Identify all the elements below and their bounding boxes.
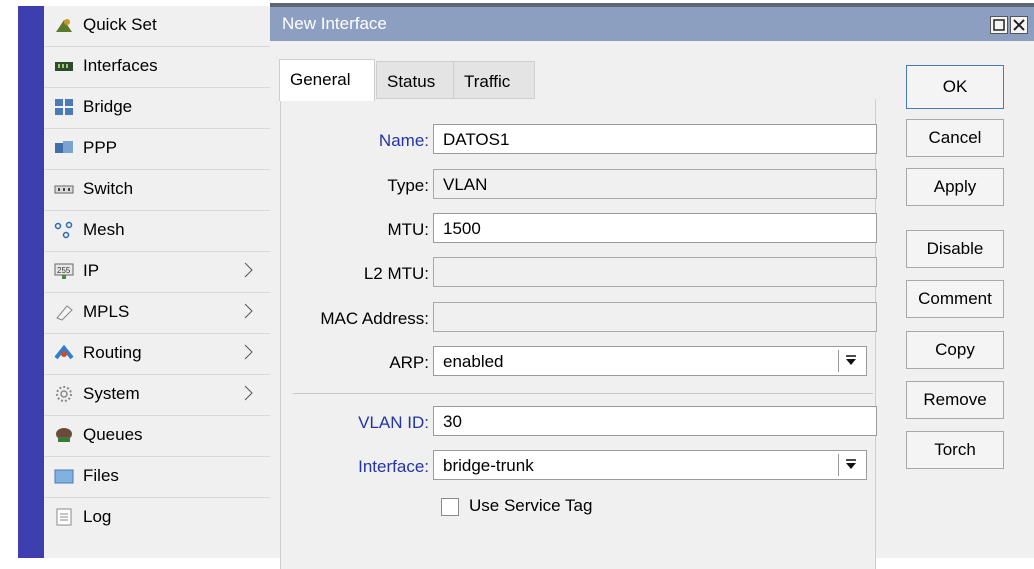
section-divider — [293, 393, 873, 394]
menu-item-label: Mesh — [83, 220, 125, 239]
interfaces-icon — [55, 62, 73, 71]
maximize-icon — [993, 19, 1005, 31]
tab-general[interactable]: General — [279, 59, 375, 101]
menu-item-label: PPP — [83, 138, 118, 157]
tab-label: Status — [387, 72, 436, 91]
mtu-field[interactable]: 1500 — [433, 213, 877, 243]
switch-icon — [54, 185, 74, 194]
torch-button[interactable]: Torch — [906, 431, 1004, 469]
tab-label: General — [290, 70, 351, 89]
bridge-icon — [55, 99, 73, 115]
menu-item-label: Interfaces — [83, 56, 158, 75]
comment-button[interactable]: Comment — [906, 280, 1004, 318]
menu-item-label: Routing — [83, 343, 142, 362]
arp-select[interactable]: enabled — [433, 346, 867, 376]
ok-button[interactable]: OK — [906, 65, 1004, 109]
arp-label: ARP: — [389, 353, 429, 372]
new-interface-window: General Status Traffic Name: DATOS1 Type… — [270, 41, 1034, 569]
interface-select[interactable]: bridge-trunk — [433, 450, 867, 480]
use-service-tag-checkbox[interactable] — [441, 498, 459, 516]
window-title: New Interface — [282, 14, 387, 33]
maximize-button[interactable] — [990, 16, 1008, 34]
menu-item-interfaces[interactable]: Interfaces — [44, 47, 270, 88]
tab-traffic[interactable]: Traffic — [453, 61, 535, 99]
menu-item-log[interactable]: Log — [44, 498, 270, 539]
mac-address-label: MAC Address: — [320, 309, 429, 328]
name-field[interactable]: DATOS1 — [433, 124, 877, 154]
queues-icon — [56, 428, 72, 442]
menu-item-label: MPLS — [83, 302, 130, 321]
menu-item-label: Switch — [83, 179, 134, 198]
menu-item-queues[interactable]: Queues — [44, 416, 270, 457]
submenu-arrow-icon — [244, 385, 253, 401]
type-value: VLAN — [443, 175, 488, 194]
menu-item-label: Files — [83, 466, 119, 485]
menu-item-switch[interactable]: Switch — [44, 170, 270, 211]
log-icon — [56, 508, 72, 526]
arp-value: enabled — [443, 352, 504, 371]
close-button[interactable] — [1010, 16, 1028, 34]
interface-label: Interface: — [358, 457, 429, 476]
copy-button[interactable]: Copy — [906, 331, 1004, 369]
menu-item-mpls[interactable]: MPLS — [44, 293, 270, 334]
l2mtu-field — [433, 257, 877, 287]
interface-value: bridge-trunk — [443, 456, 534, 475]
sidebar-brand-bar — [18, 6, 44, 558]
quick-set-icon — [56, 19, 72, 32]
menu-item-system[interactable]: System — [44, 375, 270, 416]
menu-item-bridge[interactable]: Bridge — [44, 88, 270, 129]
menu-item-label: Quick Set — [83, 15, 157, 34]
close-icon — [1013, 19, 1025, 31]
menu-item-quick-set[interactable]: Quick Set — [44, 6, 270, 47]
menu-item-label: System — [83, 384, 140, 403]
submenu-arrow-icon — [244, 262, 253, 278]
menu-item-label: Bridge — [83, 97, 133, 116]
general-tab-panel: Name: DATOS1 Type: VLAN MTU: 1500 L2 MTU… — [280, 99, 877, 569]
folder-icon — [54, 469, 74, 484]
name-label: Name: — [378, 131, 429, 150]
name-value: DATOS1 — [443, 130, 510, 149]
submenu-arrow-icon — [244, 344, 253, 360]
ip-icon: 255 — [54, 263, 74, 279]
ppp-icon — [55, 141, 73, 153]
menu-item-ppp[interactable]: PPP — [44, 129, 270, 170]
tab-status[interactable]: Status — [376, 61, 454, 99]
l2mtu-label: L2 MTU: — [363, 264, 429, 283]
vlan-id-value: 30 — [443, 412, 462, 431]
menu-item-label: Log — [83, 507, 112, 526]
tab-label: Traffic — [464, 72, 511, 91]
menu-item-files[interactable]: Files — [44, 457, 270, 498]
menu-item-ip[interactable]: 255 IP — [44, 252, 270, 293]
submenu-arrow-icon — [244, 303, 253, 319]
mtu-value: 1500 — [443, 219, 481, 238]
mesh-icon — [54, 221, 73, 239]
left-edge — [0, 0, 18, 558]
system-gear-icon — [56, 386, 72, 402]
svg-text:255: 255 — [57, 266, 71, 275]
menu-item-label: IP — [83, 261, 100, 280]
vlan-id-field[interactable]: 30 — [433, 406, 877, 436]
type-field: VLAN — [433, 169, 877, 199]
dropdown-arrow-icon — [846, 355, 856, 365]
vlan-id-label: VLAN ID: — [358, 413, 429, 432]
dropdown-arrow-icon — [846, 459, 856, 469]
arp-dropdown-button[interactable] — [838, 350, 864, 372]
use-service-tag-label: Use Service Tag — [469, 496, 593, 515]
mtu-label: MTU: — [387, 220, 429, 239]
disable-button[interactable]: Disable — [906, 230, 1004, 268]
apply-button[interactable]: Apply — [906, 168, 1004, 206]
mac-address-field — [433, 302, 877, 332]
mpls-icon — [56, 305, 73, 321]
cancel-button[interactable]: Cancel — [906, 119, 1004, 157]
menu-item-label: Queues — [83, 425, 143, 444]
main-menu: Quick Set Interfaces Bridge PPP Switch M… — [44, 6, 271, 558]
menu-item-mesh[interactable]: Mesh — [44, 211, 270, 252]
routing-icon — [54, 344, 74, 360]
interface-dropdown-button[interactable] — [838, 454, 864, 476]
type-label: Type: — [387, 176, 429, 195]
window-titlebar[interactable]: New Interface — [270, 7, 1034, 41]
remove-button[interactable]: Remove — [906, 381, 1004, 419]
menu-item-routing[interactable]: Routing — [44, 334, 270, 375]
